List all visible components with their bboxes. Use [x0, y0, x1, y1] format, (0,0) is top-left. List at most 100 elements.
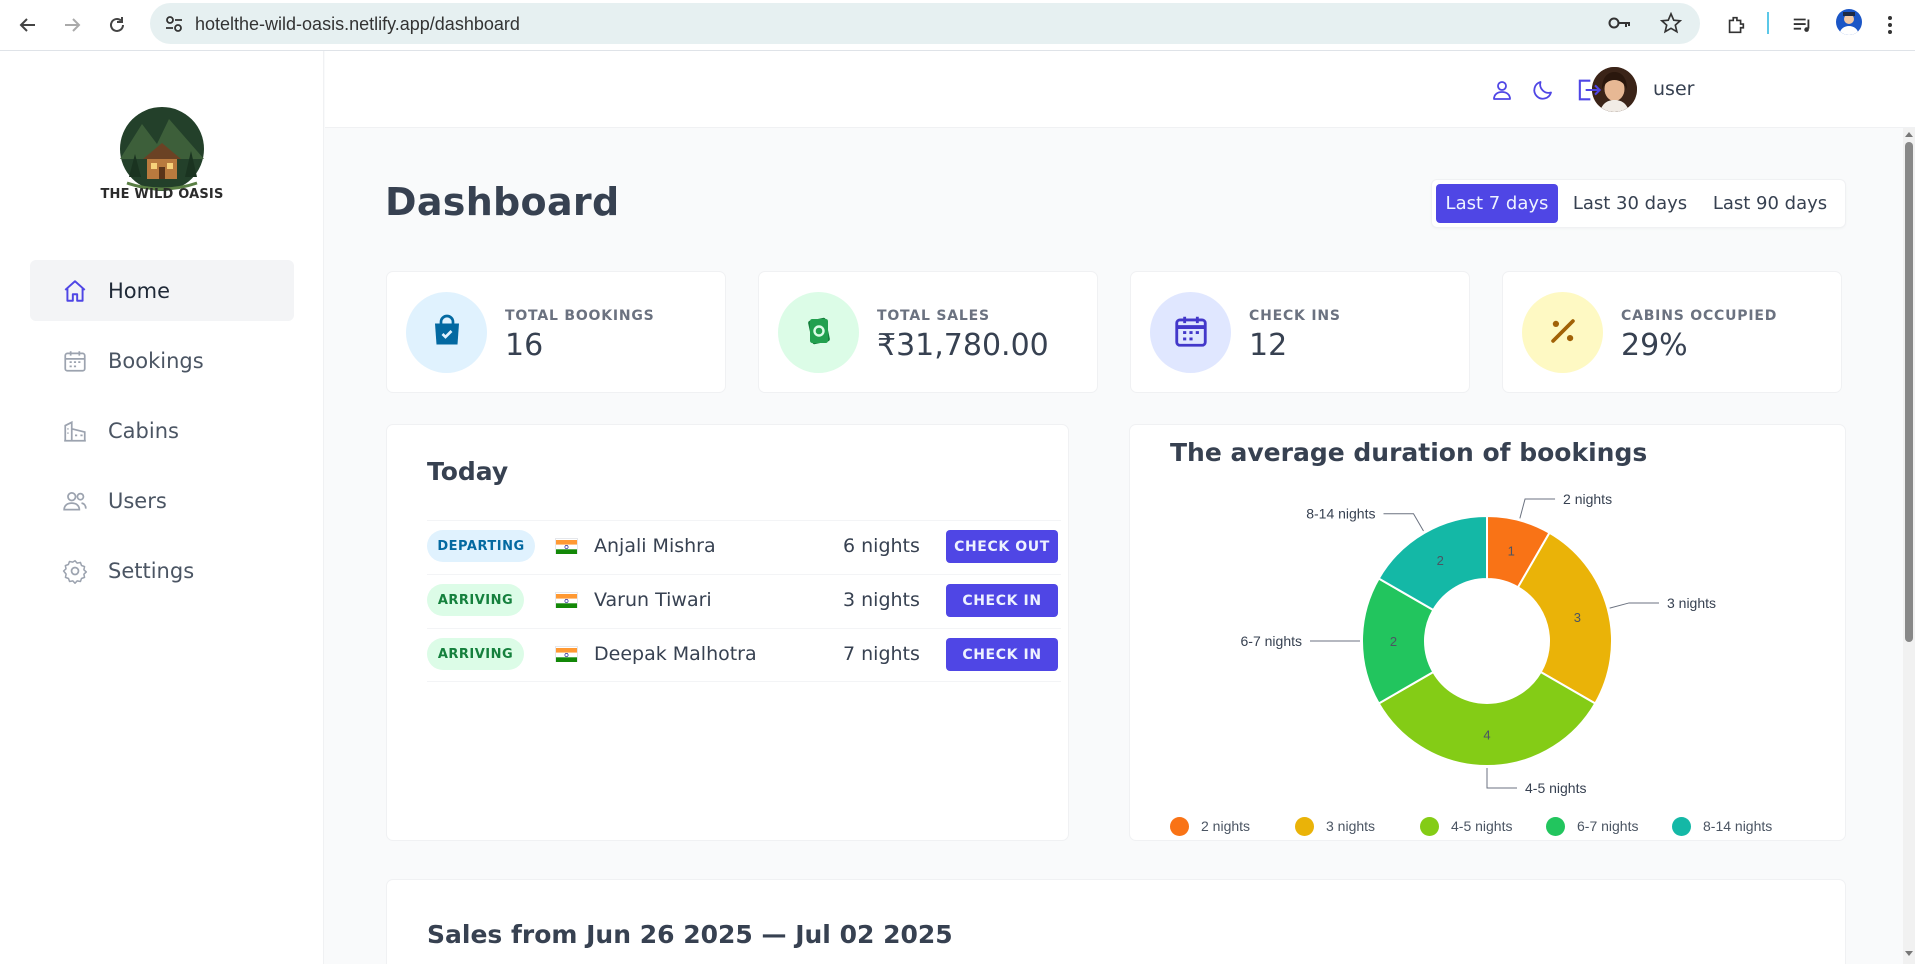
sidebar-item-cabins[interactable]: Cabins	[30, 400, 294, 461]
browser-toolbar: hotelthe-wild-oasis.netlify.app/dashboar…	[0, 0, 1915, 51]
status-badge: ARRIVING	[427, 638, 524, 670]
back-icon[interactable]	[12, 9, 44, 41]
slice-value-label: 3	[1574, 610, 1581, 625]
reload-icon[interactable]	[101, 9, 133, 41]
sidebar-item-label: Home	[108, 278, 171, 303]
slice-value-label: 4	[1483, 728, 1490, 743]
stat-value: 12	[1249, 328, 1288, 363]
slice-category-label: 3 nights	[1667, 595, 1716, 611]
legend-label: 2 nights	[1201, 818, 1251, 834]
status-badge: DEPARTING	[427, 530, 535, 562]
status-badge: ARRIVING	[427, 584, 524, 616]
slice-value-label: 2	[1390, 634, 1397, 649]
site-info-icon[interactable]	[164, 14, 184, 38]
address-bar[interactable]: hotelthe-wild-oasis.netlify.app/dashboar…	[150, 3, 1700, 44]
slice-leader-line	[1383, 513, 1424, 532]
menu-icon[interactable]	[1874, 9, 1906, 41]
stat-total-sales: TOTAL SALES ₹31,780.00	[758, 271, 1098, 393]
extensions-icon[interactable]	[1720, 9, 1752, 41]
filter-last-7-days[interactable]: Last 7 days	[1436, 184, 1558, 223]
scroll-up-arrow[interactable]	[1905, 132, 1913, 137]
duration-chart-panel: The average duration of bookings 1 2 nigh…	[1129, 424, 1846, 841]
duration-donut-chart: 1 2 nights 3 3 nights 4 4-5 nights 2 6-7 nights…	[1241, 491, 1717, 796]
legend-label: 6-7 nights	[1577, 818, 1639, 834]
donut-slice-2[interactable]	[1377, 670, 1597, 767]
stat-label: TOTAL SALES	[877, 308, 990, 324]
check-in-button[interactable]: CHECK IN	[946, 638, 1058, 671]
slice-leader-line	[1486, 768, 1517, 789]
bookmark-star-icon[interactable]	[1659, 11, 1683, 38]
forward-icon[interactable]	[56, 9, 88, 41]
check-in-button[interactable]: CHECK IN	[946, 584, 1058, 617]
chart-title: The average duration of bookings	[1170, 438, 1648, 467]
legend-item[interactable]: 4-5 nights	[1420, 813, 1512, 839]
sidebar-item-settings[interactable]: Settings	[30, 540, 294, 601]
sidebar: THE WILD OASIS Home Bookings Cabins User…	[0, 51, 324, 964]
account-icon[interactable]	[1486, 74, 1518, 106]
list-item: ARRIVING Deepak Malhotra 7 nights CHECK …	[427, 628, 1061, 682]
nights-count: 7 nights	[843, 643, 920, 665]
stat-label: CHECK INS	[1249, 308, 1341, 324]
legend-swatch	[1420, 816, 1439, 836]
sidebar-item-label: Settings	[108, 558, 195, 583]
nights-count: 3 nights	[843, 589, 920, 611]
stat-value: ₹31,780.00	[877, 328, 1049, 363]
sidebar-item-label: Bookings	[108, 348, 204, 373]
nights-count: 6 nights	[843, 535, 920, 557]
guest-name: Deepak Malhotra	[594, 643, 757, 665]
scroll-thumb[interactable]	[1905, 142, 1913, 642]
scroll-down-arrow[interactable]	[1905, 951, 1913, 956]
sales-title: Sales from Jun 26 2025 — Jul 02 2025	[427, 920, 953, 949]
stat-cabins-occupied: CABINS OCCUPIED 29%	[1502, 271, 1842, 393]
sidebar-item-label: Cabins	[108, 418, 179, 443]
check-out-button[interactable]: CHECK OUT	[946, 530, 1058, 563]
toolbar-divider	[1767, 12, 1769, 34]
date-range-filter: Last 7 days Last 30 days Last 90 days	[1431, 179, 1846, 228]
dark-mode-moon-icon[interactable]	[1527, 74, 1559, 106]
stat-total-bookings: TOTAL BOOKINGS 16	[386, 271, 726, 393]
chart-legend: 2 nights 3 nights 4-5 nights 6-7 nights 8-14…	[1170, 813, 1790, 839]
slice-leader-line	[1609, 602, 1659, 609]
legend-label: 3 nights	[1326, 818, 1376, 834]
url-text[interactable]: hotelthe-wild-oasis.netlify.app/dashboar…	[195, 14, 520, 35]
slice-category-label: 6-7 nights	[1241, 633, 1302, 649]
legend-item[interactable]: 6-7 nights	[1546, 813, 1638, 839]
shopping-bag-icon	[429, 313, 465, 353]
sidebar-item-users[interactable]: Users	[30, 470, 294, 531]
logout-icon[interactable]	[1572, 74, 1604, 106]
legend-item[interactable]: 2 nights	[1170, 813, 1250, 839]
legend-item[interactable]: 3 nights	[1295, 813, 1375, 839]
users-icon	[61, 487, 89, 515]
legend-label: 8-14 nights	[1703, 818, 1773, 834]
sidebar-item-label: Users	[108, 488, 167, 513]
calendar-days-icon	[1172, 312, 1210, 354]
filter-last-30-days[interactable]: Last 30 days	[1562, 184, 1698, 223]
stat-icon-circle	[1150, 292, 1231, 373]
percent-icon	[1546, 314, 1580, 352]
slice-value-label: 1	[1508, 544, 1515, 559]
filter-last-90-days[interactable]: Last 90 days	[1702, 184, 1838, 223]
india-flag-icon	[555, 592, 578, 608]
banknotes-icon	[801, 313, 837, 353]
password-key-icon[interactable]	[1608, 15, 1632, 35]
page-scrollbar[interactable]	[1903, 128, 1915, 964]
page-title: Dashboard	[385, 180, 620, 224]
list-item: ARRIVING Varun Tiwari 3 nights CHECK IN	[427, 574, 1061, 628]
username: user	[1653, 78, 1695, 100]
legend-item[interactable]: 8-14 nights	[1672, 813, 1772, 839]
stat-label: CABINS OCCUPIED	[1621, 308, 1778, 324]
sidebar-item-bookings[interactable]: Bookings	[30, 330, 294, 391]
reading-list-icon[interactable]	[1786, 9, 1818, 41]
legend-label: 4-5 nights	[1451, 818, 1513, 834]
main-content: Dashboard Last 7 days Last 30 days Last …	[325, 128, 1905, 964]
legend-swatch	[1672, 816, 1691, 836]
cabin-icon	[61, 417, 89, 445]
slice-category-label: 8-14 nights	[1306, 506, 1375, 522]
logo-text: THE WILD OASIS	[100, 187, 224, 202]
sales-chart-panel: Sales from Jun 26 2025 — Jul 02 2025	[386, 879, 1846, 964]
legend-swatch	[1170, 816, 1189, 836]
profile-icon[interactable]	[1836, 9, 1862, 35]
slice-leader-line	[1519, 498, 1556, 519]
stat-label: TOTAL BOOKINGS	[505, 308, 655, 324]
sidebar-item-home[interactable]: Home	[30, 260, 294, 321]
